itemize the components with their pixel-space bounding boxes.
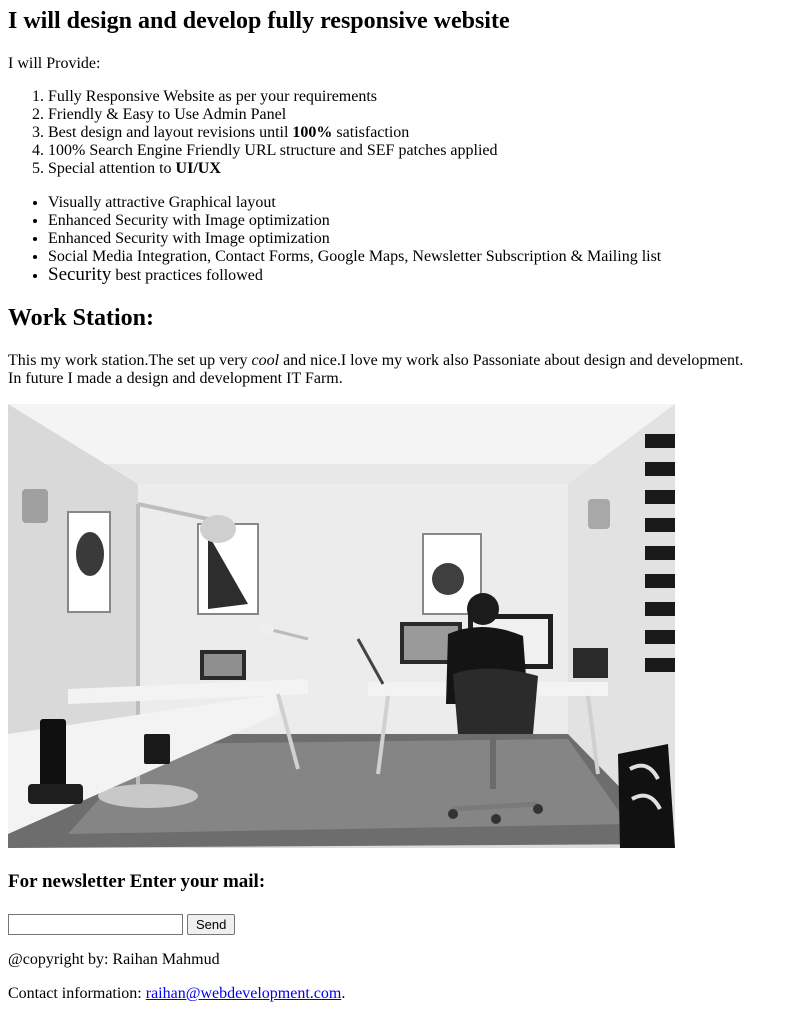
workstation-heading: Work Station: bbox=[8, 305, 155, 331]
newsletter-heading: For newsletter Enter your mail: bbox=[8, 871, 266, 892]
list-item: Enhanced Security with Image optimizatio… bbox=[48, 230, 793, 248]
page: I will design and develop fully responsi… bbox=[0, 7, 801, 1003]
services-ordered-list: Fully Responsive Website as per your req… bbox=[8, 88, 793, 178]
list-item: Special attention to UI/UX bbox=[48, 160, 793, 178]
email-field[interactable] bbox=[8, 913, 183, 935]
list-item: Friendly & Easy to Use Admin Panel bbox=[48, 106, 793, 124]
contact-info: Contact information: raihan@webdevelopme… bbox=[8, 985, 346, 1002]
list-item: Visually attractive Graphical layout bbox=[48, 194, 793, 212]
intro-text: I will Provide: bbox=[8, 55, 101, 72]
newsletter-form: Send bbox=[8, 913, 793, 935]
page-title: I will design and develop fully responsi… bbox=[8, 8, 510, 34]
list-item: Security best practices followed bbox=[48, 265, 793, 285]
list-item: Enhanced Security with Image optimizatio… bbox=[48, 212, 793, 230]
list-item: Best design and layout revisions until 1… bbox=[48, 124, 793, 142]
copyright-text: @copyright by: Raihan Mahmud bbox=[8, 951, 220, 968]
features-bullet-list: Visually attractive Graphical layout Enh… bbox=[8, 194, 793, 285]
list-item: 100% Search Engine Friendly URL structur… bbox=[48, 142, 793, 160]
list-item: Fully Responsive Website as per your req… bbox=[48, 88, 793, 106]
send-button[interactable]: Send bbox=[187, 913, 236, 935]
workstation-description: This my work station.The set up very coo… bbox=[8, 352, 744, 387]
contact-email-link[interactable]: raihan@webdevelopment.com bbox=[146, 985, 342, 1002]
workstation-photo bbox=[8, 404, 675, 848]
list-item: Social Media Integration, Contact Forms,… bbox=[48, 248, 793, 266]
